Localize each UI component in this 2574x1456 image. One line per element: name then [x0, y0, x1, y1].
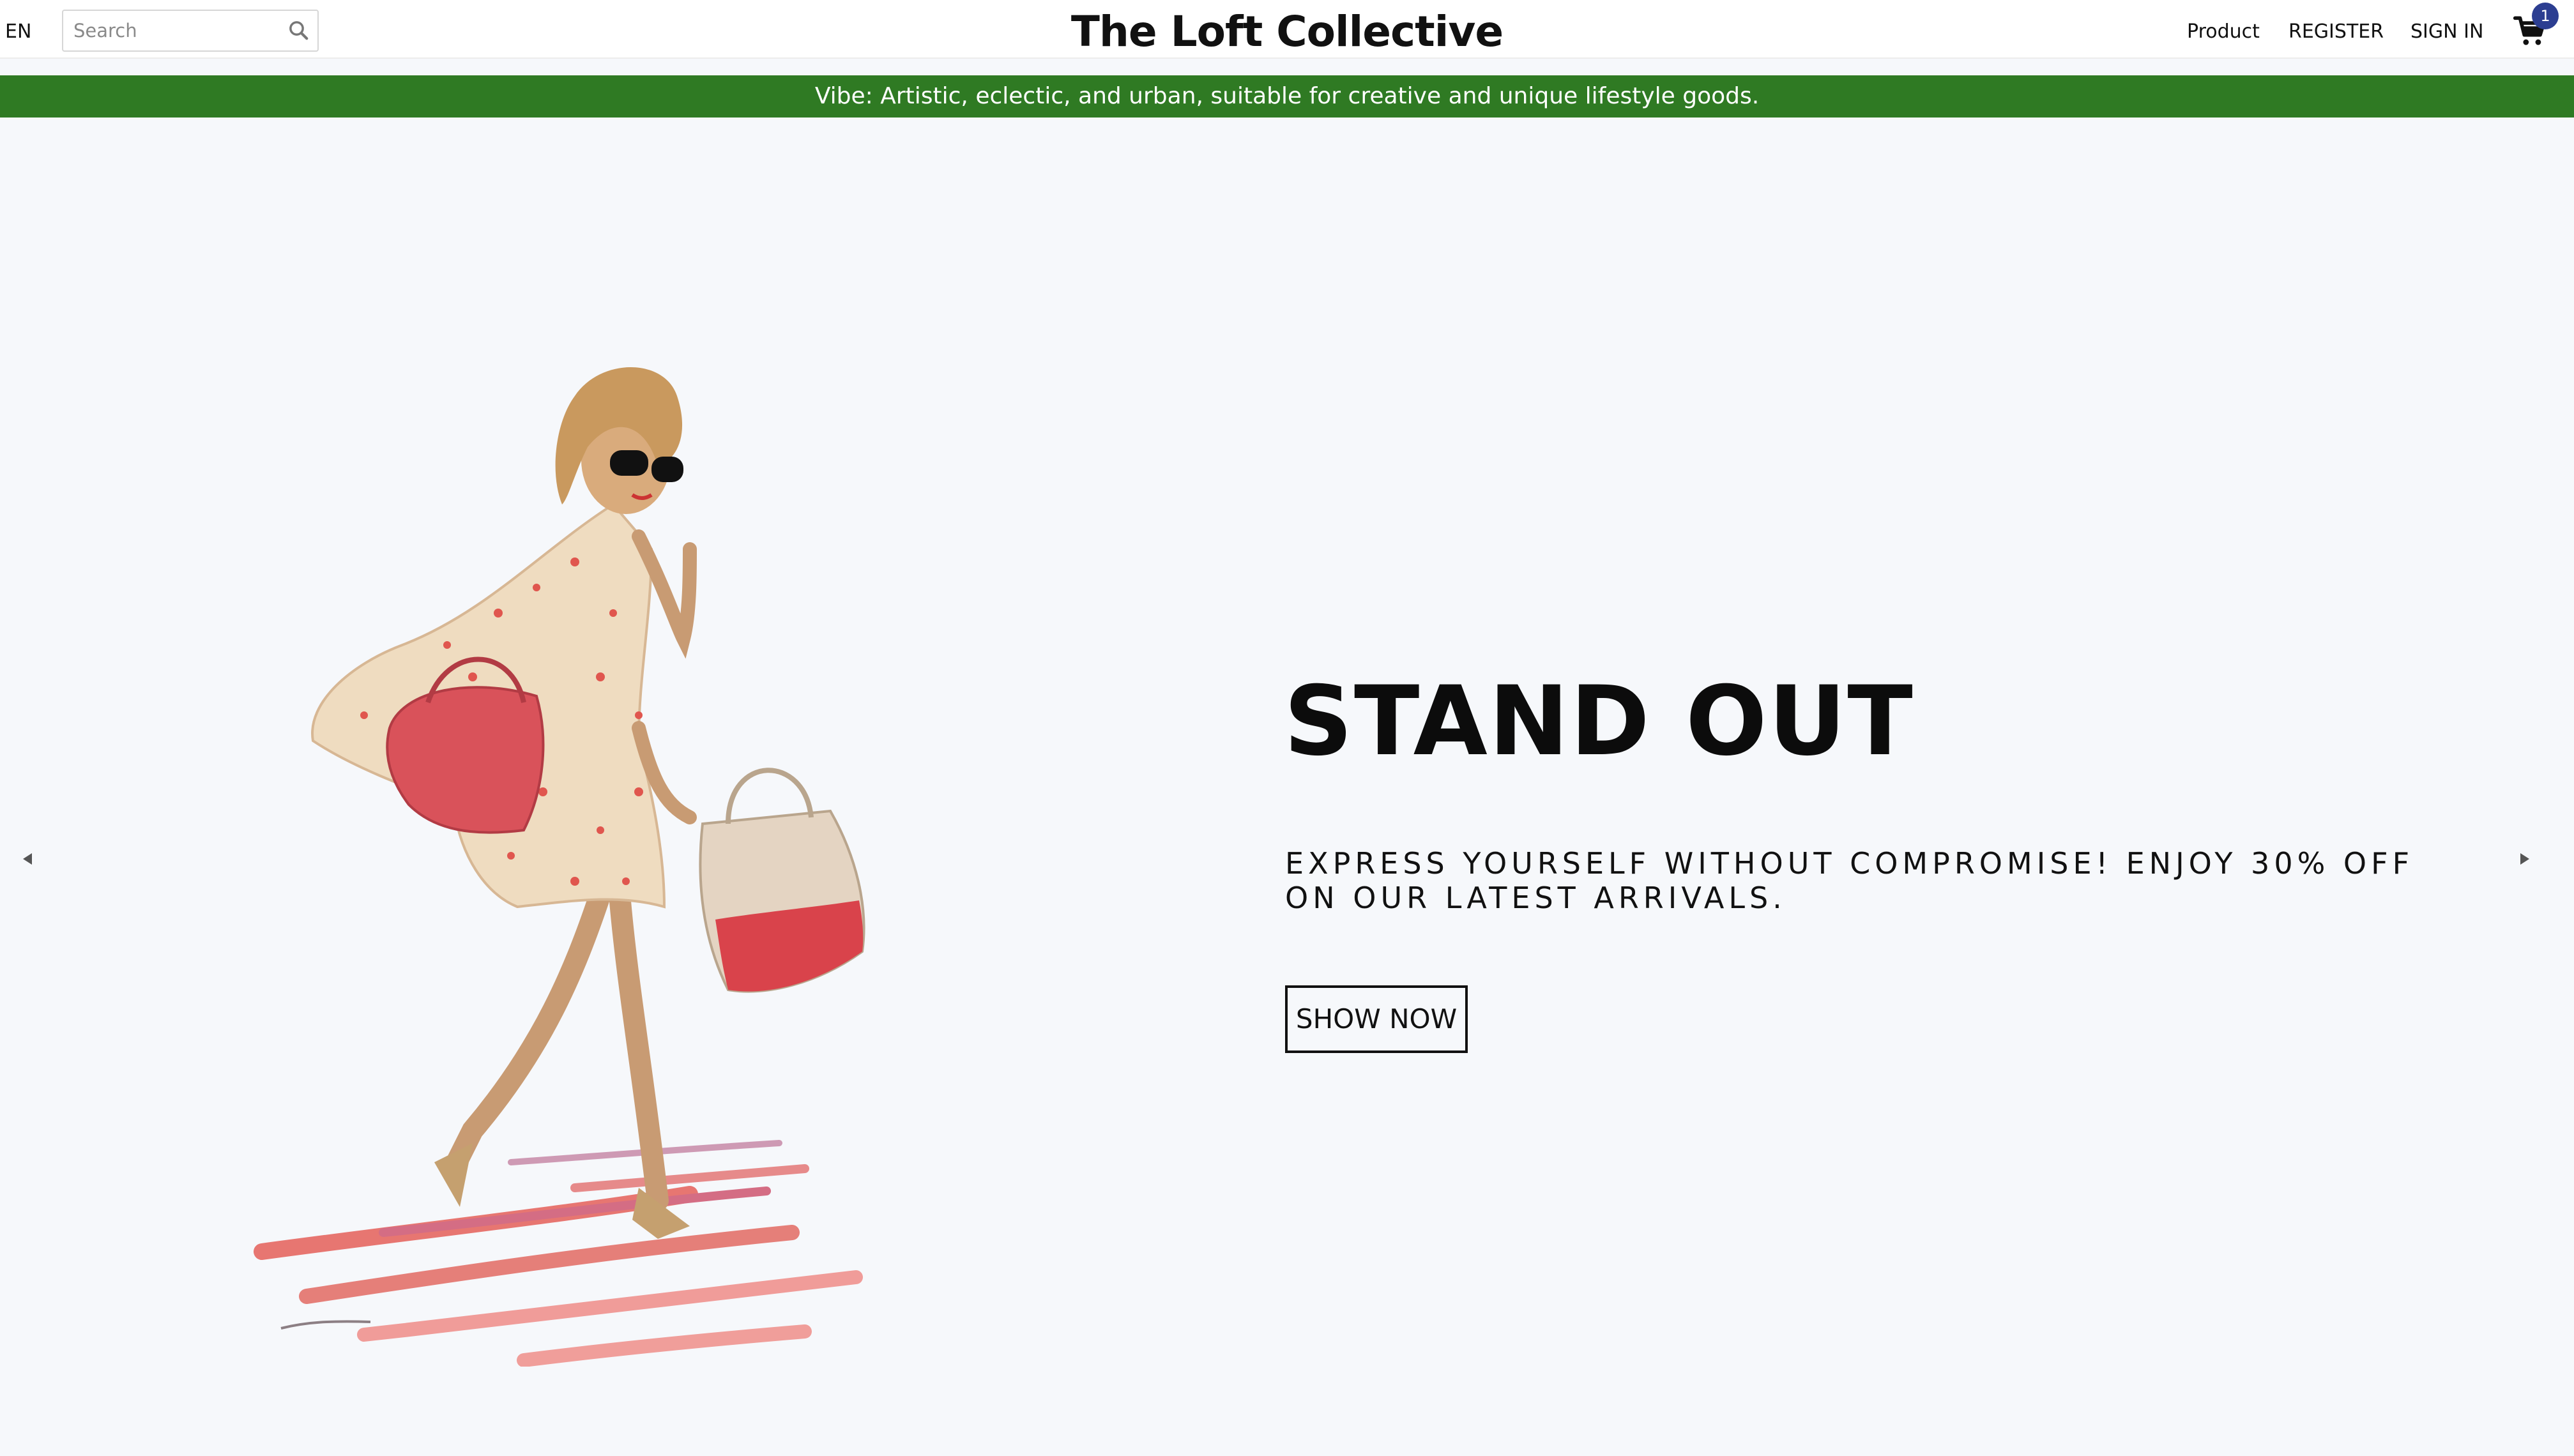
language-selector[interactable]: EN — [5, 19, 31, 45]
caret-right-icon[interactable] — [2504, 830, 2548, 888]
cart-count-badge: 1 — [2532, 3, 2559, 29]
hero-title: STAND OUT — [1284, 666, 1914, 777]
search-box — [62, 10, 319, 52]
brand-title[interactable]: The Loft Collective — [1071, 7, 1504, 56]
nav-product-link[interactable]: Product — [2187, 19, 2260, 45]
site-header: EN The Loft Collective Product REGISTER … — [0, 0, 2574, 59]
nav-register-link[interactable]: REGISTER — [2288, 19, 2384, 45]
vibe-banner: Vibe: Artistic, eclectic, and urban, sui… — [0, 75, 2574, 118]
search-icon[interactable] — [286, 17, 312, 44]
watercolor-stripes — [254, 1140, 863, 1367]
fashion-illustration — [254, 367, 865, 1367]
nav-sign-in-link[interactable]: SIGN IN — [2410, 19, 2483, 45]
show-now-button[interactable]: SHOW NOW — [1285, 985, 1468, 1053]
hero-subtitle: EXPRESS YOURSELF WITHOUT COMPROMISE! ENJ… — [1285, 846, 2414, 915]
search-input[interactable] — [63, 11, 268, 50]
caret-left-icon[interactable] — [4, 830, 49, 888]
